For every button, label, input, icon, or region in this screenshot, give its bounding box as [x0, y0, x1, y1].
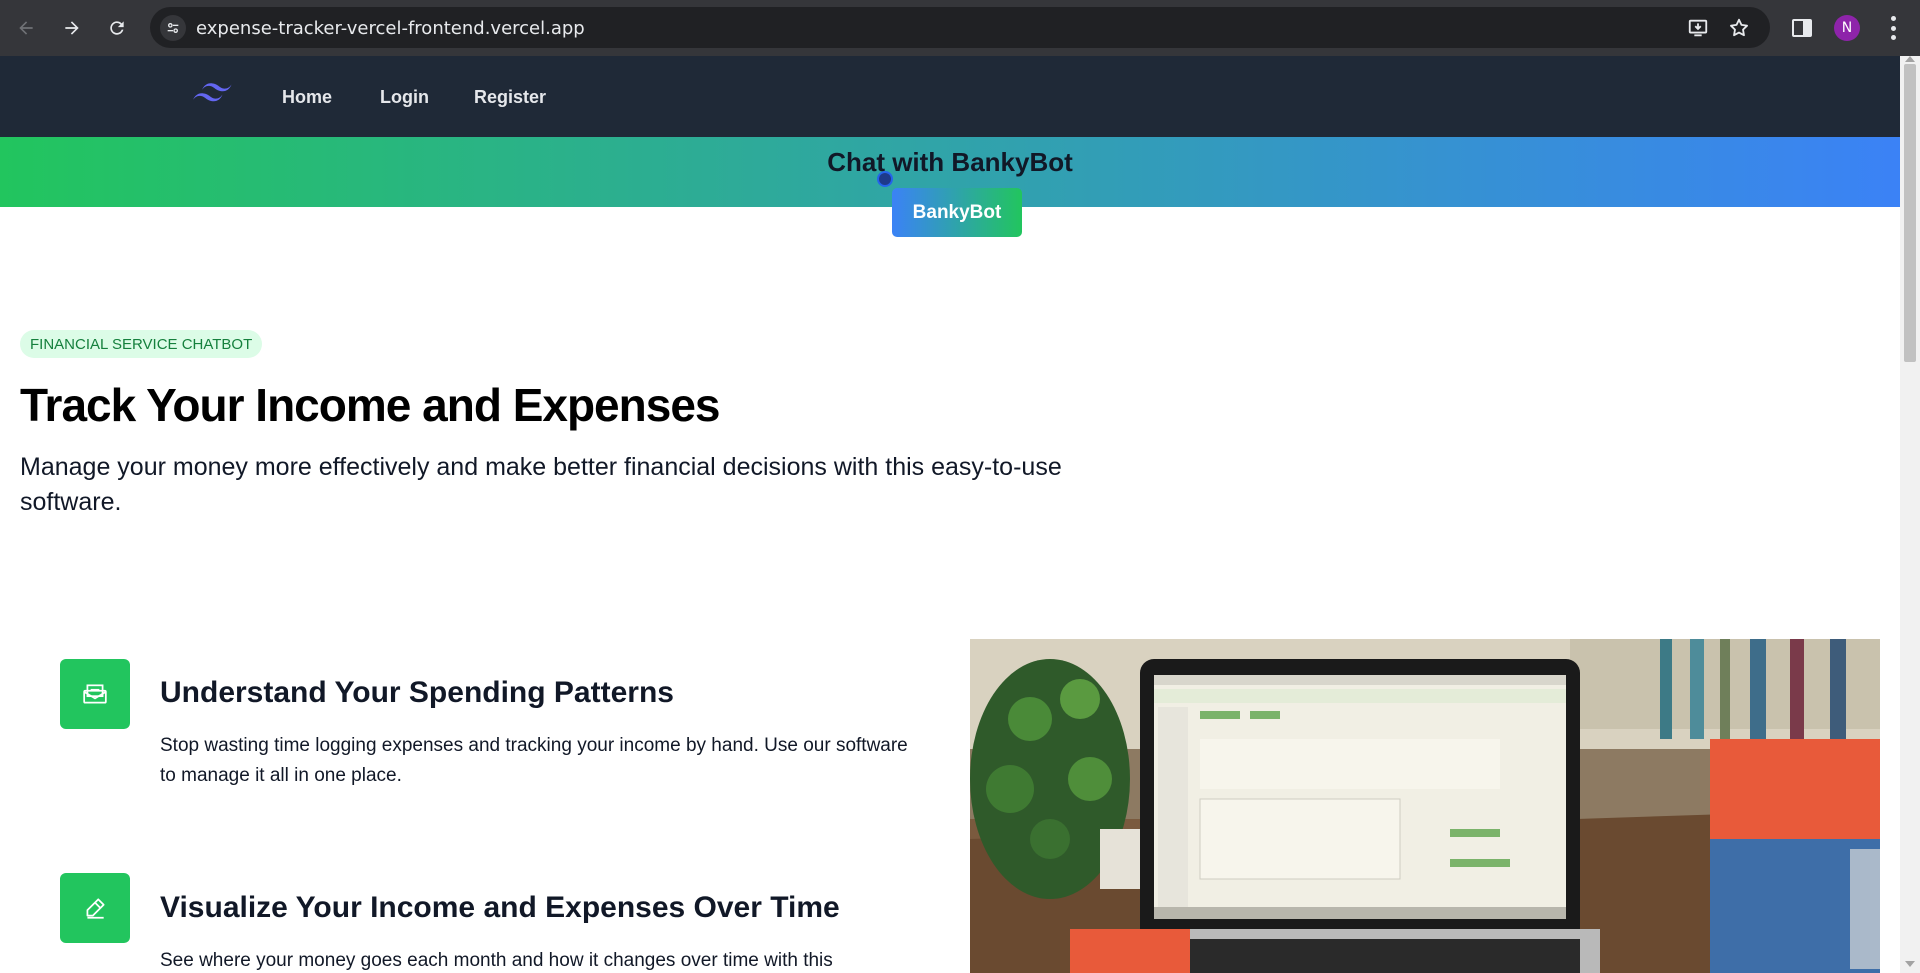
scroll-up-icon[interactable]: [1905, 56, 1915, 62]
scroll-down-icon[interactable]: [1905, 961, 1915, 967]
feature-description: See where your money goes each month and…: [160, 950, 833, 971]
page-viewport: Home Login Register Chat with BankyBot B…: [0, 56, 1900, 973]
feature-title: Understand Your Spending Patterns: [160, 676, 674, 709]
chat-indicator-dot: [877, 171, 893, 187]
pencil-icon: [60, 873, 130, 943]
url-text[interactable]: expense-tracker-vercel-frontend.vercel.a…: [196, 18, 585, 39]
site-navbar: Home Login Register: [0, 56, 1900, 137]
bankybot-button[interactable]: BankyBot: [892, 188, 1022, 237]
page-scrollbar[interactable]: [1900, 56, 1920, 973]
address-bar[interactable]: expense-tracker-vercel-frontend.vercel.a…: [150, 7, 1770, 48]
laptop-desk-photo: [970, 639, 1880, 973]
site-info-icon[interactable]: [160, 15, 186, 41]
category-badge: FINANCIAL SERVICE CHATBOT: [20, 330, 263, 358]
profile-avatar[interactable]: N: [1834, 15, 1860, 41]
reload-icon[interactable]: [101, 12, 133, 44]
tailwind-logo-icon[interactable]: [190, 80, 236, 112]
install-icon[interactable]: [1687, 17, 1709, 39]
forward-icon[interactable]: [56, 12, 88, 44]
bookmark-star-icon[interactable]: [1728, 17, 1750, 39]
chat-title: Chat with BankyBot: [827, 147, 1073, 177]
nav-link-home[interactable]: Home: [282, 87, 332, 108]
back-icon[interactable]: [10, 12, 42, 44]
feature-title: Visualize Your Income and Expenses Over …: [160, 891, 840, 924]
side-panel-icon[interactable]: [1790, 16, 1814, 40]
nav-link-register[interactable]: Register: [474, 87, 546, 108]
browser-toolbar: expense-tracker-vercel-frontend.vercel.a…: [0, 0, 1920, 56]
scroll-thumb[interactable]: [1904, 64, 1916, 362]
hero-subtitle: Manage your money more effectively and m…: [20, 453, 1062, 516]
page-title: Track Your Income and Expenses: [20, 379, 720, 431]
nav-link-login[interactable]: Login: [380, 87, 429, 108]
feature-description: Stop wasting time logging expenses and t…: [160, 735, 908, 786]
mail-icon: [60, 659, 130, 729]
menu-icon[interactable]: [1890, 16, 1896, 40]
